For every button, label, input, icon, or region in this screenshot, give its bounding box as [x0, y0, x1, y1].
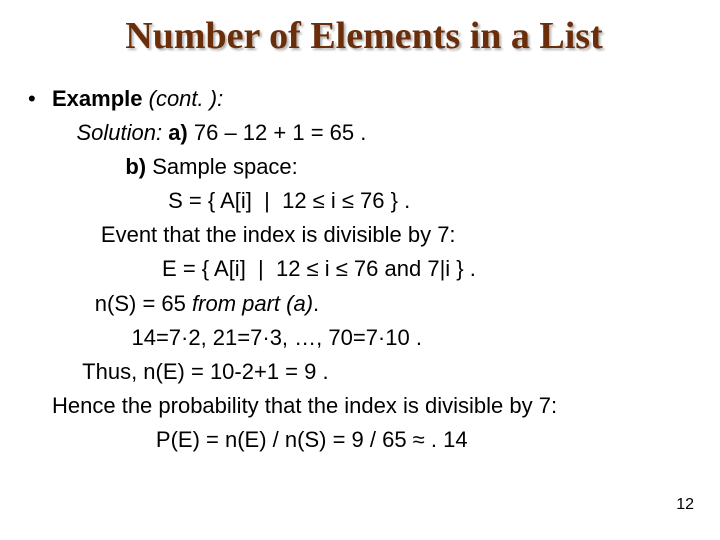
indent — [52, 359, 82, 384]
bullet-dot: • — [28, 82, 52, 457]
e-def-line: E = { A[i] | 12 ≤ i ≤ 76 and 7|i } . — [52, 252, 557, 286]
slide-title: Number of Elements in a List — [28, 14, 700, 58]
example-label: Example — [52, 86, 143, 111]
ne-line: Thus, n(E) = 10-2+1 = 9 . — [52, 355, 557, 389]
mults-line: 14=7·2, 21=7·3, …, 70=7·10 . — [52, 321, 557, 355]
slide: Number of Elements in a List • Example (… — [0, 0, 720, 540]
s-def: S = { A[i] | 12 ≤ i ≤ 76 } . — [168, 188, 410, 213]
hence-line: Hence the probability that the index is … — [52, 389, 557, 423]
part-b-label: b) — [125, 154, 152, 179]
ns-from: from part (a) — [192, 291, 313, 316]
e-def: E = { A[i] | 12 ≤ i ≤ 76 and 7|i } . — [162, 256, 476, 281]
indent — [52, 291, 95, 316]
example-cont: (cont. ): — [143, 86, 224, 111]
bullet-item: • Example (cont. ): Solution: a) 76 – 12… — [28, 82, 700, 457]
ne-text: Thus, n(E) = 10-2+1 = 9 . — [82, 359, 328, 384]
part-b-line: b) Sample space: — [52, 150, 557, 184]
example-line: Example (cont. ): — [52, 82, 557, 116]
indent — [52, 325, 131, 350]
page-number: 12 — [676, 496, 694, 514]
ns-dot: . — [313, 291, 319, 316]
event-text: Event that the index is divisible by 7: — [101, 222, 456, 247]
indent — [52, 427, 156, 452]
part-b-text: Sample space: — [152, 154, 298, 179]
ns-prefix: n(S) = 65 — [95, 291, 192, 316]
indent — [52, 188, 168, 213]
solution-a-line: Solution: a) 76 – 12 + 1 = 65 . — [52, 116, 557, 150]
indent — [52, 120, 76, 145]
s-def-line: S = { A[i] | 12 ≤ i ≤ 76 } . — [52, 184, 557, 218]
indent — [52, 222, 101, 247]
hence-text: Hence the probability that the index is … — [52, 393, 557, 418]
slide-body: • Example (cont. ): Solution: a) 76 – 12… — [28, 82, 700, 457]
mults: 14=7·2, 21=7·3, …, 70=7·10 . — [131, 325, 421, 350]
ns-line: n(S) = 65 from part (a). — [52, 287, 557, 321]
part-a-label: a) — [162, 120, 194, 145]
indent — [52, 256, 162, 281]
pe-text: P(E) = n(E) / n(S) = 9 / 65 ≈ . 14 — [156, 427, 468, 452]
event-line: Event that the index is divisible by 7: — [52, 218, 557, 252]
pe-line: P(E) = n(E) / n(S) = 9 / 65 ≈ . 14 — [52, 423, 557, 457]
bullet-content: Example (cont. ): Solution: a) 76 – 12 +… — [52, 82, 557, 457]
indent — [52, 154, 125, 179]
solution-label: Solution: — [76, 120, 162, 145]
part-a-expr: 76 – 12 + 1 = 65 . — [194, 120, 366, 145]
